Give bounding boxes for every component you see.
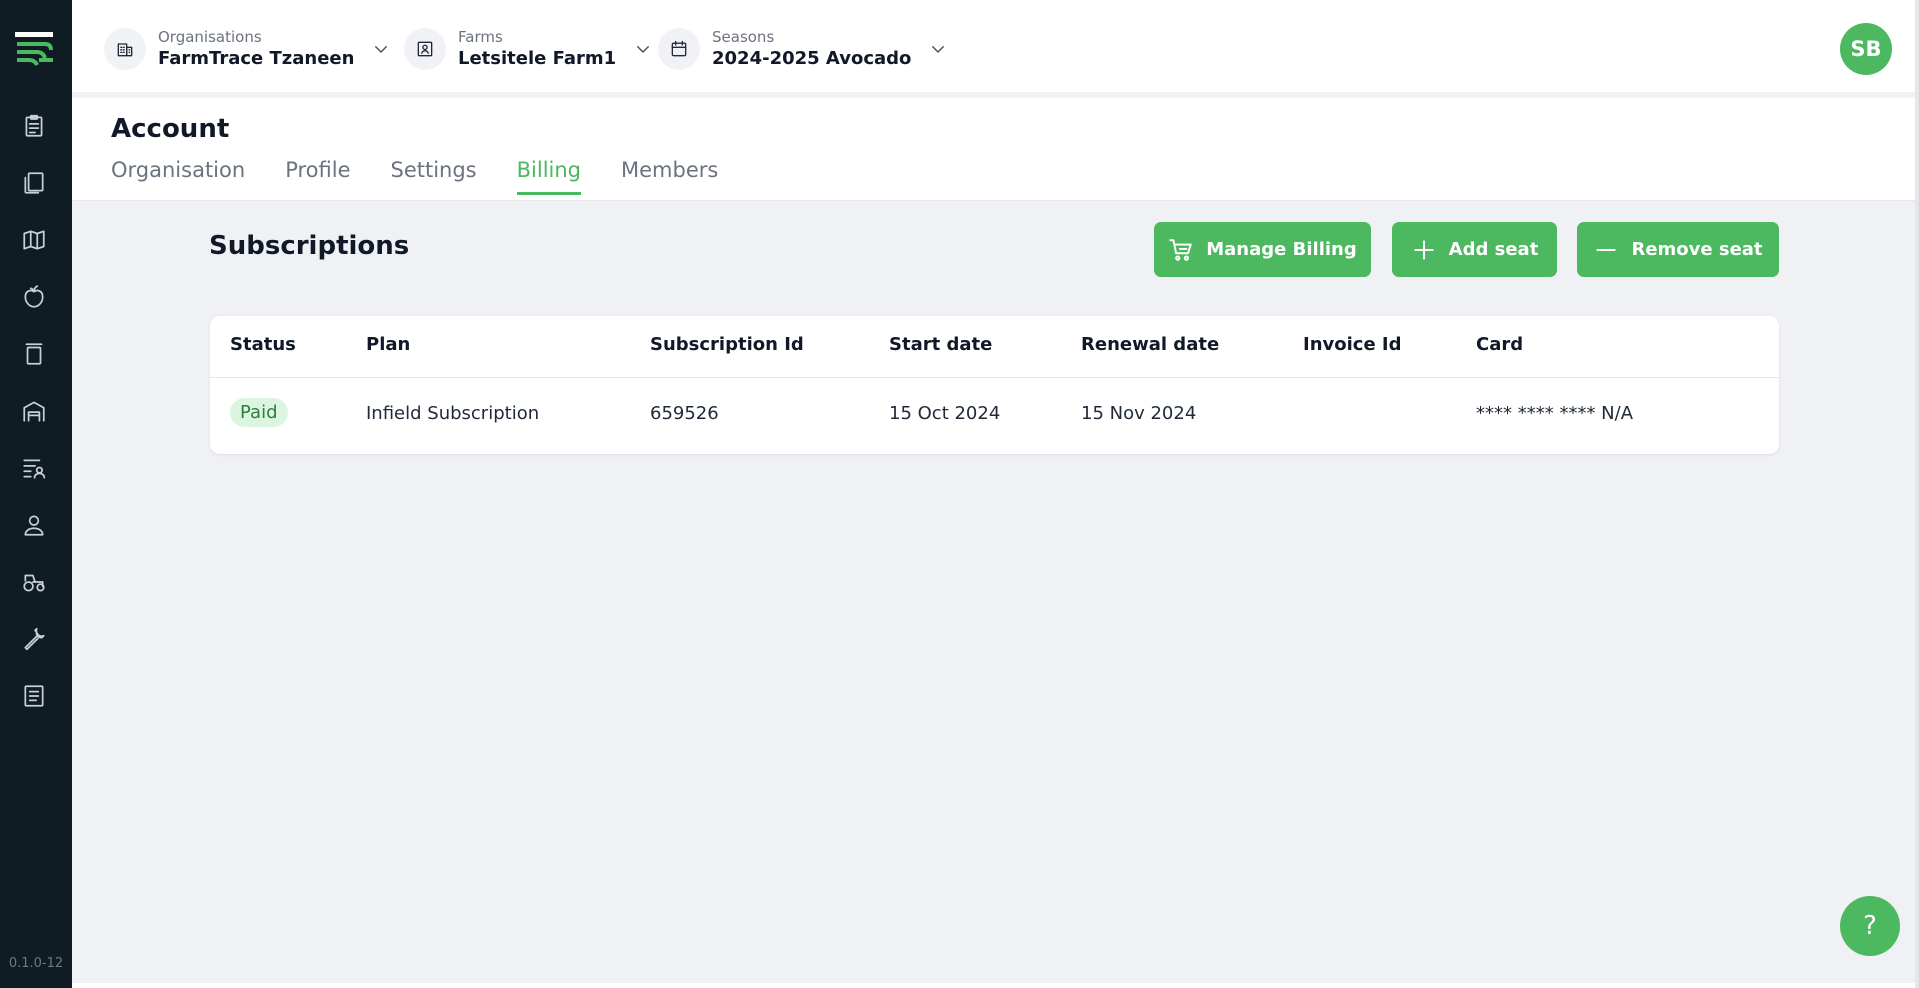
app-version: 0.1.0-12: [8, 956, 64, 971]
organisation-label: Organisations: [158, 28, 262, 46]
clipboard-icon[interactable]: [18, 110, 50, 142]
column-header-card: Card: [1476, 334, 1524, 355]
subscription-id-cell: 659526: [650, 403, 719, 424]
user-icon[interactable]: [18, 509, 50, 541]
season-selector[interactable]: Seasons 2024-2025 Avocado: [658, 26, 947, 72]
sidebar: 0.1.0-12: [0, 0, 72, 988]
card-cell: **** **** **** N/A: [1476, 403, 1634, 424]
tab-profile[interactable]: Profile: [285, 158, 350, 195]
page-title: Account: [111, 114, 230, 144]
add-seat-label: Add seat: [1448, 239, 1539, 260]
top-bar: Organisations FarmTrace Tzaneen Farms Le…: [72, 0, 1915, 98]
remove-seat-label: Remove seat: [1631, 239, 1763, 260]
subscriptions-table: Status Plan Subscription Id Start date R…: [210, 316, 1779, 454]
calendar-icon: [658, 28, 700, 70]
chevron-down-icon: [372, 40, 390, 58]
account-header: Account Organisation Profile Settings Bi…: [72, 104, 1915, 201]
fruit-icon[interactable]: [18, 281, 50, 313]
warehouse-icon[interactable]: [18, 395, 50, 427]
wrench-icon[interactable]: [18, 623, 50, 655]
farm-value: Letsitele Farm1: [458, 48, 617, 69]
map-icon[interactable]: [18, 224, 50, 256]
pages-icon[interactable]: [18, 167, 50, 199]
window-edge: [1915, 0, 1919, 988]
column-header-start-date: Start date: [889, 334, 993, 355]
column-header-subscription-id: Subscription Id: [650, 334, 804, 355]
tab-members[interactable]: Members: [621, 158, 718, 195]
building-icon: [104, 28, 146, 70]
organisation-value: FarmTrace Tzaneen: [158, 48, 355, 69]
farmtrace-logo[interactable]: [15, 32, 53, 66]
column-header-plan: Plan: [366, 334, 411, 355]
remove-seat-button[interactable]: Remove seat: [1577, 222, 1779, 277]
tab-billing[interactable]: Billing: [516, 158, 582, 195]
subscriptions-title: Subscriptions: [209, 231, 410, 261]
tab-organisation[interactable]: Organisation: [111, 158, 245, 195]
column-header-renewal-date: Renewal date: [1081, 334, 1220, 355]
tasks-people-icon[interactable]: [18, 452, 50, 484]
column-header-status: Status: [230, 334, 296, 355]
container-icon[interactable]: [18, 338, 50, 370]
cart-icon: [1169, 238, 1192, 261]
chevron-down-icon: [929, 40, 947, 58]
organisation-selector[interactable]: Organisations FarmTrace Tzaneen: [104, 26, 390, 72]
tractor-icon[interactable]: [18, 566, 50, 598]
manage-billing-label: Manage Billing: [1206, 239, 1357, 260]
plus-icon: [1414, 239, 1434, 260]
document-icon[interactable]: [18, 680, 50, 712]
user-avatar[interactable]: SB: [1840, 23, 1892, 75]
season-label: Seasons: [712, 28, 775, 46]
column-header-invoice-id: Invoice Id: [1303, 334, 1402, 355]
header-divider: [210, 377, 1779, 378]
plan-cell: Infield Subscription: [366, 403, 540, 424]
start-date-cell: 15 Oct 2024: [889, 403, 1001, 424]
minus-icon: [1596, 248, 1617, 251]
manage-billing-button[interactable]: Manage Billing: [1154, 222, 1371, 277]
farm-icon: [404, 28, 446, 70]
billing-content: Subscriptions Manage Billing Add seat Re…: [72, 201, 1915, 983]
chevron-down-icon: [634, 40, 652, 58]
help-button[interactable]: ?: [1840, 896, 1900, 956]
add-seat-button[interactable]: Add seat: [1392, 222, 1557, 277]
account-tabs: Organisation Profile Settings Billing Me…: [111, 158, 758, 195]
status-badge: Paid: [230, 398, 288, 427]
farm-selector[interactable]: Farms Letsitele Farm1: [404, 26, 652, 72]
season-value: 2024-2025 Avocado: [712, 48, 912, 69]
farm-label: Farms: [458, 28, 503, 46]
renewal-date-cell: 15 Nov 2024: [1081, 403, 1197, 424]
tab-settings[interactable]: Settings: [390, 158, 476, 195]
